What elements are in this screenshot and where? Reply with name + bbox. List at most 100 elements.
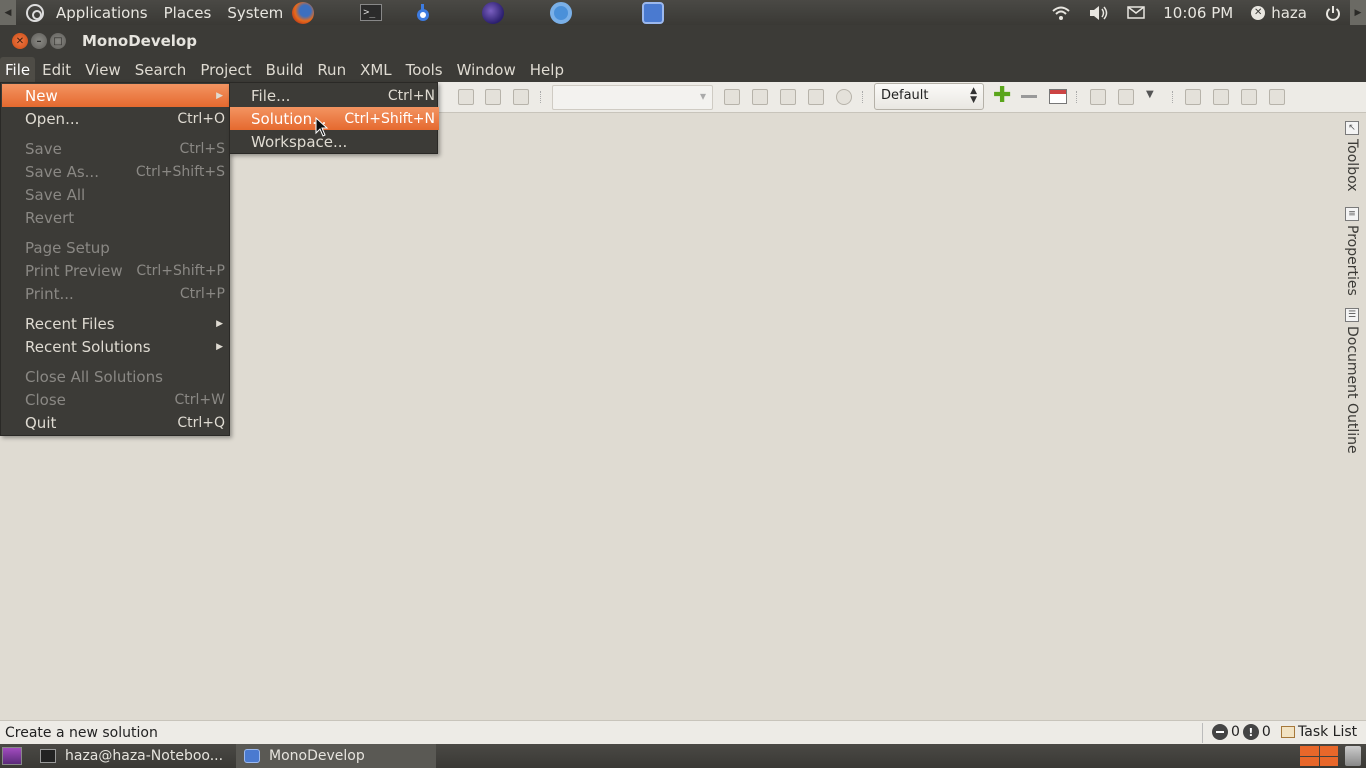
applications-menu[interactable]: Applications	[48, 4, 156, 22]
bookmark-icon[interactable]	[513, 89, 529, 105]
messaging-indicator[interactable]	[1118, 6, 1154, 19]
pad-icon-c[interactable]	[1241, 89, 1257, 105]
mouse-pointer-icon	[315, 117, 329, 137]
pad-icon-a[interactable]	[1185, 89, 1201, 105]
trash-icon[interactable]	[1345, 746, 1361, 766]
menu-item-label: Close	[25, 390, 66, 409]
warning-icon: !	[1242, 724, 1259, 740]
navigate-forward-icon[interactable]	[485, 89, 501, 105]
debug-icon[interactable]	[808, 89, 824, 105]
layout-icon-b[interactable]	[1118, 89, 1134, 105]
monodevelop-launcher[interactable]	[641, 1, 665, 24]
workspace-1[interactable]	[1300, 746, 1319, 756]
places-menu[interactable]: Places	[156, 4, 220, 22]
pad-icon-d[interactable]	[1269, 89, 1285, 105]
taskbar-item-terminal[interactable]: haza@haza-Noteboo...	[32, 744, 232, 768]
eclipse-launcher[interactable]	[481, 1, 505, 24]
pad-icon-b[interactable]	[1213, 89, 1229, 105]
monodevelop-icon	[244, 749, 260, 763]
chrome-launcher[interactable]	[549, 1, 573, 24]
menu-run[interactable]: Run	[310, 57, 353, 82]
menu-item-recent-solutions[interactable]: Recent Solutions ▶	[2, 335, 229, 358]
build-icon[interactable]	[724, 89, 740, 105]
menu-window[interactable]: Window	[450, 57, 523, 82]
menu-item-recent-files[interactable]: Recent Files ▶	[2, 312, 229, 335]
menu-search[interactable]: Search	[128, 57, 194, 82]
stop-icon[interactable]	[836, 89, 852, 105]
menu-xml[interactable]: XML	[353, 57, 399, 82]
system-menu[interactable]: System	[219, 4, 291, 22]
menu-item-label: Page Setup	[25, 238, 110, 257]
menu-view[interactable]: View	[78, 57, 128, 82]
firefox-launcher[interactable]	[291, 1, 315, 24]
navigate-back-icon[interactable]	[458, 89, 474, 105]
menu-build[interactable]: Build	[259, 57, 311, 82]
menu-help[interactable]: Help	[523, 57, 571, 82]
taskbar-item-monodevelop[interactable]: MonoDevelop	[236, 744, 436, 768]
top-panel: ◀ Applications Places System >_ 10:06 PM…	[0, 0, 1366, 25]
clock[interactable]: 10:06 PM	[1154, 4, 1242, 22]
build-target-combo[interactable]	[552, 85, 713, 110]
menu-project[interactable]: Project	[193, 57, 258, 82]
menu-item-save-all: Save All	[2, 183, 229, 206]
menu-item-save-as: Save As... Ctrl+Shift+S	[2, 160, 229, 183]
submenu-item-solution[interactable]: Solution... Ctrl+Shift+N	[230, 107, 439, 130]
layout-icon-a[interactable]	[1090, 89, 1106, 105]
error-warning-indicator[interactable]: 0 ! 0	[1212, 724, 1271, 740]
ubuntu-logo-icon[interactable]	[26, 3, 44, 22]
menu-item-shortcut: Ctrl+N	[387, 87, 435, 104]
user-menu[interactable]: ✕ haza	[1242, 4, 1316, 22]
menu-item-new[interactable]: New ▶	[2, 84, 229, 107]
error-icon	[1212, 724, 1228, 740]
warning-count: 0	[1261, 724, 1271, 740]
close-window-button[interactable]: ✕	[12, 33, 28, 49]
window-titlebar[interactable]: ✕ – □ MonoDevelop	[0, 25, 1366, 57]
menu-tools[interactable]: Tools	[399, 57, 450, 82]
eclipse-icon	[482, 1, 505, 24]
session-menu[interactable]	[1316, 5, 1350, 21]
bluefish-launcher[interactable]	[411, 2, 435, 24]
dock-tab-document-outline[interactable]: ☰ Document Outline	[1344, 308, 1360, 454]
workspace-switcher[interactable]	[1300, 746, 1338, 766]
show-desktop-icon[interactable]	[2, 747, 22, 765]
wifi-icon	[1052, 6, 1070, 20]
menu-item-label: Quit	[25, 413, 57, 432]
menu-item-quit[interactable]: Quit Ctrl+Q	[2, 411, 229, 434]
remove-layout-icon[interactable]	[1021, 95, 1037, 98]
add-layout-icon[interactable]: ✚	[993, 85, 1011, 107]
file-menu-dropdown: New ▶ Open... Ctrl+O Save Ctrl+S Save As…	[0, 82, 230, 436]
network-indicator[interactable]	[1042, 5, 1080, 21]
task-list-button[interactable]: Task List	[1281, 724, 1357, 740]
window-layout-icon[interactable]	[1049, 89, 1067, 104]
dock-tab-toolbox[interactable]: ↖ Toolbox	[1344, 121, 1360, 192]
panel-scroll-right-arrow[interactable]: ▶	[1350, 0, 1366, 25]
workspace-3[interactable]	[1300, 756, 1319, 766]
menu-edit[interactable]: Edit	[35, 57, 78, 82]
volume-indicator[interactable]	[1080, 5, 1118, 21]
workspace-2[interactable]	[1319, 746, 1338, 756]
menu-item-save: Save Ctrl+S	[2, 137, 229, 160]
menu-item-label: Revert	[25, 208, 75, 227]
terminal-launcher[interactable]: >_	[359, 2, 383, 24]
dock-tab-label: Toolbox	[1344, 139, 1360, 192]
submenu-item-workspace[interactable]: Workspace...	[230, 130, 439, 153]
maximize-window-button[interactable]: □	[50, 33, 66, 49]
panel-scroll-left-arrow[interactable]: ◀	[0, 0, 16, 25]
minimize-window-button[interactable]: –	[31, 33, 47, 49]
panel-menus: Applications Places System	[48, 0, 291, 25]
submenu-arrow-icon: ▶	[216, 318, 223, 329]
dock-tab-label: Document Outline	[1344, 326, 1360, 454]
workspace-4[interactable]	[1319, 756, 1338, 766]
properties-icon: ≡	[1345, 207, 1359, 221]
menu-item-shortcut: Ctrl+Shift+P	[136, 262, 225, 279]
menu-file[interactable]: File	[0, 57, 36, 82]
menu-item-label: Close All Solutions	[25, 367, 163, 386]
layout-selector[interactable]: Default ▲ ▼	[874, 83, 984, 110]
menu-item-open[interactable]: Open... Ctrl+O	[2, 107, 229, 130]
submenu-item-file[interactable]: File... Ctrl+N	[230, 84, 439, 107]
dock-tab-properties[interactable]: ≡ Properties	[1344, 207, 1360, 296]
bottom-panel: haza@haza-Noteboo... MonoDevelop	[0, 744, 1366, 768]
run-icon[interactable]	[780, 89, 796, 105]
rebuild-icon[interactable]	[752, 89, 768, 105]
chevron-down-icon[interactable]: ▼	[1146, 89, 1162, 105]
